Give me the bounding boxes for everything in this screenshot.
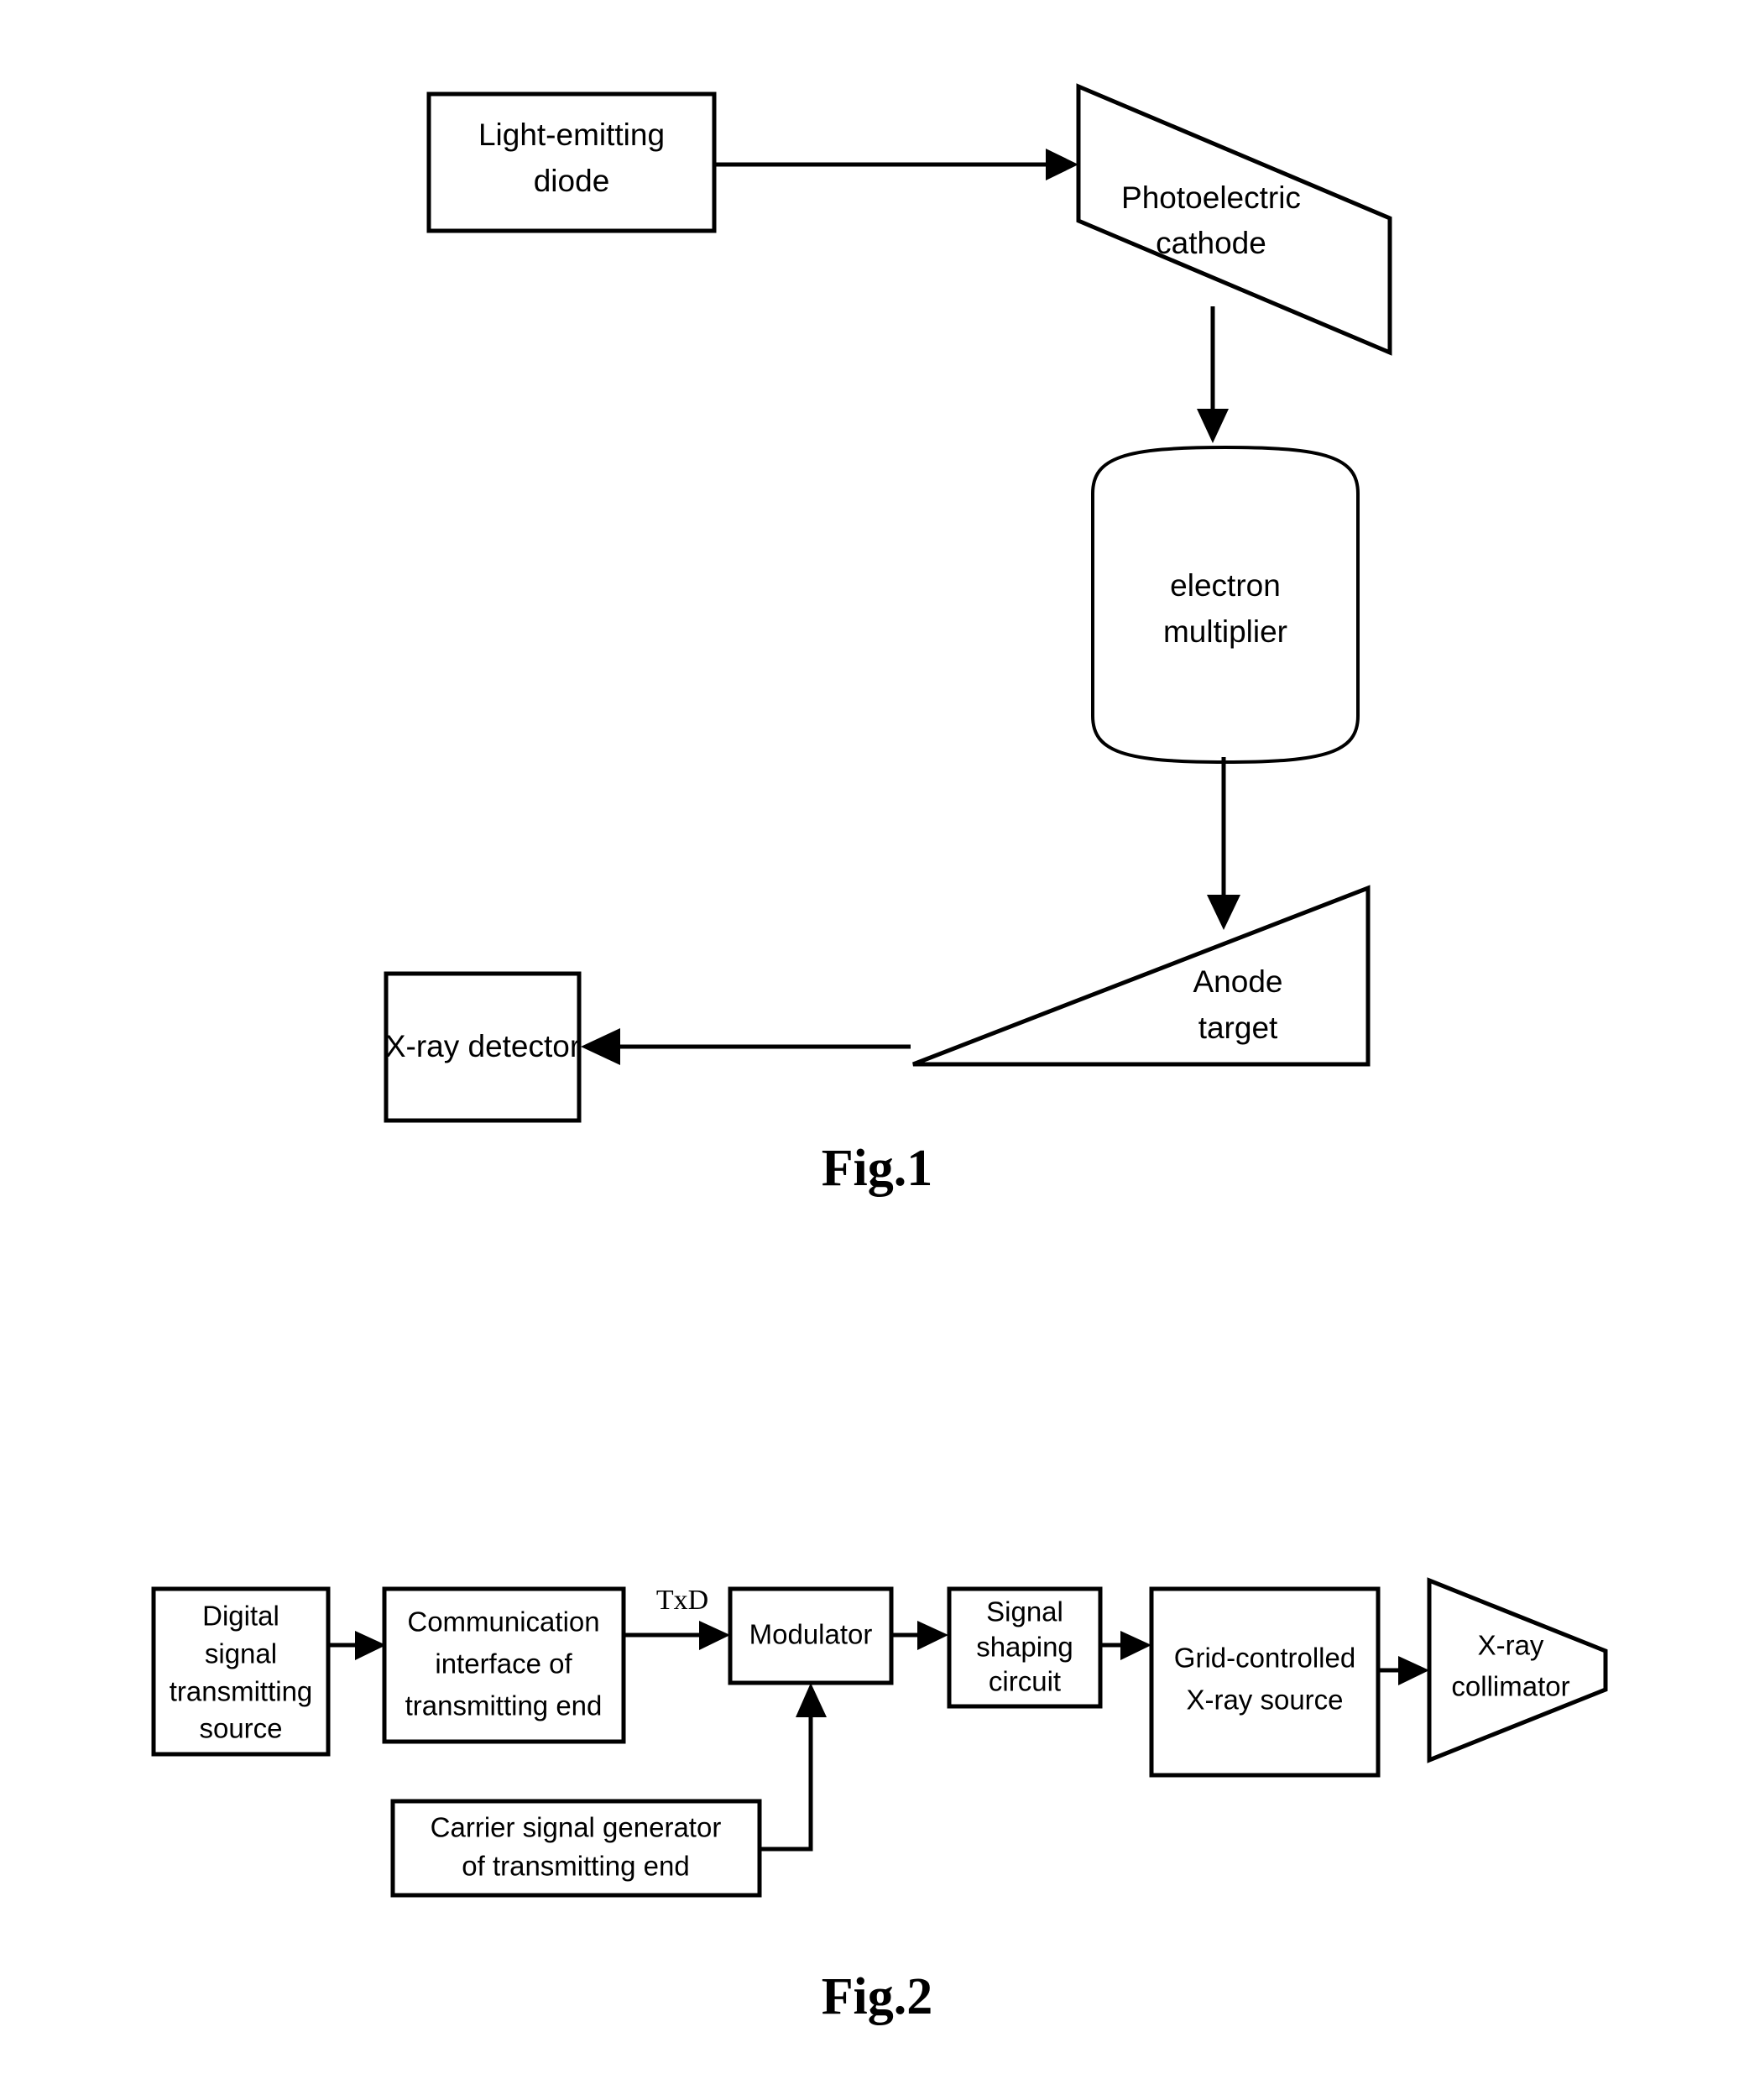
node-electron-multiplier [1091, 445, 1360, 765]
node-signal-shaping-circuit-line2: shaping [976, 1632, 1073, 1663]
node-xray-collimator-line2: collimator [1451, 1671, 1569, 1702]
node-carrier-signal-generator-line1: Carrier signal generator [431, 1812, 722, 1843]
node-carrier-signal-generator-line2: of transmitting end [462, 1851, 689, 1882]
edge-modulator-to-shaping-arrowhead [917, 1621, 948, 1650]
figure-2-caption: Fig.2 [822, 1968, 933, 2025]
figure-1-group: Light-emitting diode Photoelectric catho… [384, 83, 1392, 1197]
node-electron-multiplier-line1: electron [1170, 568, 1281, 603]
edge-shaping-to-xraysource-arrowhead [1120, 1631, 1151, 1660]
node-xray-collimator-line1: X-ray [1478, 1630, 1544, 1661]
node-communication-interface-line2: interface of [435, 1648, 572, 1679]
figure-2-group: Digital signal transmitting source Commu… [151, 1577, 1608, 2025]
node-xray-detector-line1: X-ray detector [385, 1029, 580, 1063]
node-anode-target [912, 885, 1371, 1067]
node-light-emitting-diode-line2: diode [534, 164, 610, 198]
node-photoelectric-cathode-line1: Photoelectric [1121, 180, 1301, 215]
node-modulator-line1: Modulator [749, 1619, 873, 1650]
edge-led-to-cathode-arrowhead [1046, 149, 1078, 180]
node-electron-multiplier-line2: multiplier [1163, 614, 1287, 649]
node-communication-interface-line1: Communication [407, 1606, 599, 1638]
node-anode-target-line2: target [1198, 1011, 1278, 1045]
figure-1-caption: Fig.1 [822, 1140, 933, 1197]
node-photoelectric-cathode [1076, 83, 1392, 356]
edge-interface-to-modulator-arrowhead [699, 1621, 730, 1650]
node-grid-controlled-xray-source [1149, 1586, 1381, 1778]
node-communication-interface-line3: transmitting end [405, 1690, 603, 1721]
node-light-emitting-diode [426, 91, 717, 233]
node-digital-signal-source-line3: transmitting [170, 1676, 313, 1707]
node-photoelectric-cathode-line2: cathode [1156, 226, 1266, 260]
figures-canvas: Light-emitting diode Photoelectric catho… [151, 83, 1608, 2025]
node-anode-target-line1: Anode [1193, 964, 1283, 999]
edge-carrier-to-modulator-arrowhead [796, 1683, 827, 1717]
edge-anode-to-detector-arrowhead [581, 1028, 620, 1065]
node-grid-controlled-xray-source-line1: Grid-controlled [1174, 1643, 1355, 1674]
node-digital-signal-source-line2: signal [205, 1638, 277, 1669]
edge-label-txd: TxD [656, 1585, 708, 1616]
edge-source-to-interface-arrowhead [355, 1631, 386, 1660]
edge-cathode-to-multiplier-arrowhead [1197, 409, 1229, 443]
node-digital-signal-source-line4: source [199, 1713, 282, 1744]
edge-multiplier-to-anode-arrowhead [1207, 895, 1240, 930]
patent-figure-page: Light-emitting diode Photoelectric catho… [0, 0, 1744, 2100]
node-signal-shaping-circuit-line1: Signal [986, 1596, 1063, 1627]
node-light-emitting-diode-line1: Light-emitting [478, 118, 665, 152]
edge-carrier-to-modulator-line [760, 1708, 813, 1852]
node-signal-shaping-circuit-line3: circuit [989, 1666, 1061, 1697]
edge-xraysource-to-collimator-arrowhead [1398, 1656, 1429, 1685]
node-digital-signal-source-line1: Digital [202, 1601, 279, 1632]
node-grid-controlled-xray-source-line2: X-ray source [1186, 1685, 1343, 1716]
